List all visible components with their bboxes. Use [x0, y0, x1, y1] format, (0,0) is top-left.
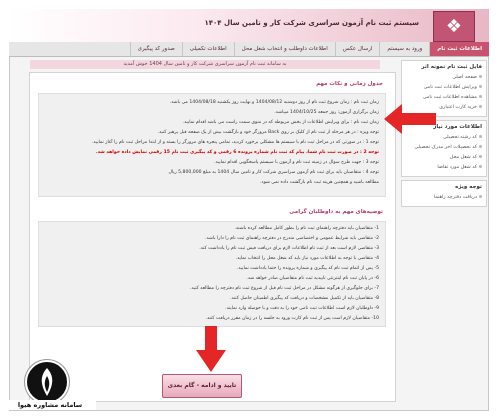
bullet-icon	[479, 95, 482, 98]
info-line: زمان برگزاری آزمون: روز جمعه 1404/10/25 …	[274, 110, 379, 115]
tip-line: 9- داوطلبان لازم است اطلاعات ثبت نامی خو…	[225, 306, 379, 311]
sidebar-item-degree-code[interactable]: کد تحصیلات اخر مدرک تحصیلی	[406, 143, 482, 153]
bullet-icon	[479, 135, 482, 138]
tip-line: 2- متقاضی باید شرایط عمومی و اختصاصی مند…	[205, 236, 379, 241]
sidebar-item-home[interactable]: صفحه اصلی	[406, 73, 482, 83]
site-logo: ❖	[433, 11, 475, 42]
tip-line: 6- در پایان ثبت نام اینترنتی تاییدیه ثبت…	[246, 276, 379, 281]
flame-icon	[41, 368, 53, 396]
watermark-emblem	[25, 360, 69, 404]
bullet-icon	[479, 75, 482, 78]
sidebar-item-guide-download[interactable]: دریافت دفترچه راهنما	[406, 193, 482, 203]
tip-line: 4- متقاضی با توجه به اطلاعات مورد نیاز ب…	[235, 256, 379, 261]
sidebar-title: توجه ویژه	[455, 184, 482, 190]
info-line: زمان ثبت نام : زمان شروع ثبت نام از روز …	[169, 100, 379, 105]
continue-button[interactable]: تایید و ادامه - گام بعدی	[162, 374, 242, 398]
sidebar-title: فایل ثبت نام نمونه اثر	[421, 64, 482, 70]
main-nav: اطلاعات ثبت نام ورود به سیستم ارسال عکس …	[9, 42, 489, 57]
tip-line: 5- پس از اتمام ثبت نام کد پیگیری و شماره…	[236, 266, 379, 271]
tip-line: 10- متقاضیان لازم است پس از ثبت نام کارت…	[205, 316, 379, 321]
schedule-panel: زمان ثبت نام : زمان شروع ثبت نام از روز …	[38, 93, 386, 197]
tab-login[interactable]: ورود به سیستم	[379, 42, 429, 56]
bullet-icon	[479, 165, 482, 168]
sidebar-item-job-location-code[interactable]: کد شغل محل	[406, 153, 482, 163]
info-line: توجه 1 : در صورتی که در مراحل ثبت نام با…	[91, 140, 379, 145]
tab-tracking-code[interactable]: صدور کد پیگیری	[129, 42, 182, 56]
arrow-down-icon	[196, 326, 226, 372]
info-line: توجه 4 : متقاضیان باید برای ثبت نام آزمو…	[168, 170, 379, 175]
section-title-schedule: جدول زمانی و نکات مهم	[316, 81, 383, 87]
tab-extra-info[interactable]: اطلاعات تکمیلی	[181, 42, 234, 56]
bullet-icon	[479, 105, 482, 108]
sidebar-item-job-code[interactable]: کد شغل مورد تقاضا	[406, 163, 482, 173]
tab-registration-info[interactable]: اطلاعات ثبت نام	[429, 42, 489, 56]
tip-line: 7- برای جلوگیری از هرگونه مشکل در مراحل …	[190, 286, 379, 291]
tips-panel: 1- متقاضیان باید دفترچه راهنمای ثبت نام …	[38, 221, 386, 327]
watermark-text: سامانه مشاوره هیوا	[4, 400, 96, 410]
info-line: مطالعه باشید و همچنین هزینه ثبت نام بازگ…	[260, 180, 379, 185]
bullet-icon	[479, 145, 482, 148]
info-line: زمان ثبت نام : برای ویرایش اطلاعات از بخ…	[182, 120, 379, 125]
header-title: سیستم ثبت نام آزمون سراسری شرکت کار و تا…	[204, 19, 419, 27]
tip-line: 3- متقاضی لازم است بعد از ثبت نام اطلاعا…	[199, 246, 379, 251]
welcome-notice: به سامانه ثبت نام آزمون سراسری شرکت کار …	[30, 60, 380, 69]
watermark-logo: سامانه مشاوره هیوا	[4, 360, 96, 412]
tip-line: 1- متقاضیان باید دفترچه راهنمای ثبت نام …	[234, 226, 379, 231]
bullet-icon	[479, 195, 482, 198]
info-line: توجه ویژه : در هر مرحله از ثبت نام از کل…	[157, 130, 379, 135]
bullet-icon	[479, 155, 482, 158]
tab-send-photo[interactable]: ارسال عکس	[334, 42, 380, 56]
section-title-tips: توصیه‌های مهم به داوطلبان گرامی	[289, 209, 383, 215]
arrow-left-icon	[384, 104, 436, 134]
info-line: توجه 3 : جهت طرح سوال در زمینه ثبت نام و…	[214, 160, 379, 165]
sidebar-box-special: توجه ویژه دریافت دفترچه راهنما	[401, 180, 487, 207]
info-line-highlight: توجه 2 : در صورت ثبت نام شما، پیام کد ثب…	[95, 150, 379, 155]
sidebar-item-edit-info[interactable]: ویرایش اطلاعات ثبت نامی	[406, 83, 482, 93]
bullet-icon	[479, 85, 482, 88]
site-header: ❖ سیستم ثبت نام آزمون سراسری شرکت کار و …	[9, 9, 489, 43]
tab-applicant-info[interactable]: اطلاعات داوطلب و انتخاب شغل محل	[233, 42, 335, 56]
tip-line: 8- متقاضیان باید از تکمیل مشخصات و دریاف…	[230, 296, 379, 301]
